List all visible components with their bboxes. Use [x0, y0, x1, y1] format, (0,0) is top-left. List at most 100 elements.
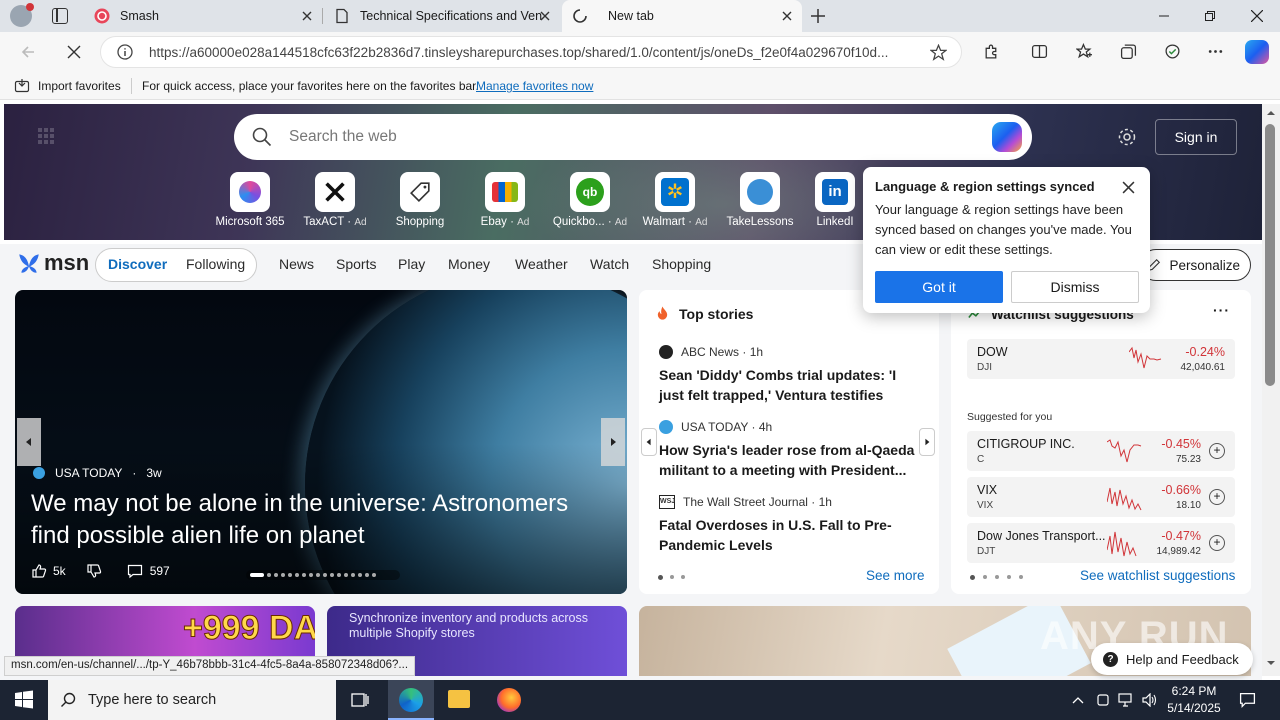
- stock-row-citigroup[interactable]: CITIGROUP INC. C -0.45% 75.23 +: [967, 431, 1235, 471]
- close-tab-icon[interactable]: [300, 9, 314, 23]
- extensions-puzzle-icon[interactable]: [983, 43, 1000, 60]
- copilot-search-icon[interactable]: [992, 122, 1022, 152]
- tab-smash[interactable]: Smash: [84, 0, 322, 32]
- got-it-button[interactable]: Got it: [875, 271, 1003, 303]
- sign-in-button[interactable]: Sign in: [1155, 119, 1237, 155]
- dismiss-button[interactable]: Dismiss: [1011, 271, 1139, 303]
- quicklink-quickbooks[interactable]: qb Quickbo... · Ad: [550, 172, 630, 228]
- favorites-icon[interactable]: [1076, 43, 1093, 60]
- manage-favorites-link[interactable]: Manage favorites now: [476, 79, 593, 93]
- copilot-icon[interactable]: [1245, 40, 1269, 64]
- volume-icon[interactable]: [1142, 693, 1158, 707]
- see-watchlist-link[interactable]: See watchlist suggestions: [1080, 568, 1235, 583]
- quicklink-walmart[interactable]: ✲ Walmart · Ad: [635, 172, 715, 228]
- stock-row-djt[interactable]: Dow Jones Transport... DJT -0.47% 14,989…: [967, 523, 1235, 563]
- file-explorer-icon[interactable]: [448, 690, 470, 708]
- settings-gear-icon[interactable]: [1117, 127, 1137, 147]
- quicklink-linkedin[interactable]: in LinkedI: [805, 172, 865, 228]
- stories-next-button[interactable]: [919, 428, 935, 456]
- new-tab-plus-icon[interactable]: [810, 8, 826, 24]
- hero-next-button[interactable]: [601, 418, 625, 466]
- clock[interactable]: 6:24 PM 5/14/2025: [1166, 683, 1222, 717]
- nav-money[interactable]: Money: [448, 256, 490, 272]
- hero-prev-button[interactable]: [17, 418, 41, 466]
- stories-prev-button[interactable]: [641, 428, 657, 456]
- personalize-button[interactable]: Personalize: [1140, 249, 1251, 281]
- stories-pager-dots[interactable]: [658, 575, 685, 580]
- back-arrow-icon[interactable]: [20, 44, 36, 60]
- taskbar-search-box[interactable]: Type here to search: [48, 680, 336, 720]
- shopify-ad-text: Synchronize inventory and products acros…: [349, 611, 589, 640]
- notification-icon[interactable]: [1239, 691, 1256, 708]
- nav-sports[interactable]: Sports: [336, 256, 376, 272]
- url-text[interactable]: https://a60000e028a144518cfc63f22b2836d7…: [149, 45, 919, 60]
- favorite-star-icon[interactable]: [930, 44, 947, 61]
- browser-essentials-icon[interactable]: [1164, 43, 1181, 60]
- close-icon[interactable]: [1122, 181, 1135, 194]
- profile-avatar[interactable]: [10, 3, 34, 27]
- tab-discover[interactable]: Discover: [108, 256, 167, 272]
- tray-chevron-up-icon[interactable]: [1072, 695, 1084, 707]
- stop-loading-icon[interactable]: [66, 44, 82, 60]
- import-favorites-button[interactable]: Import favorites: [38, 79, 121, 93]
- quicklink-shopping[interactable]: Shopping: [380, 172, 460, 228]
- scroll-down-icon[interactable]: [1266, 658, 1276, 668]
- nav-shopping[interactable]: Shopping: [652, 256, 711, 272]
- tab-actions-icon[interactable]: [52, 8, 68, 24]
- add-to-watchlist-button[interactable]: +: [1209, 443, 1225, 459]
- stock-row-vix[interactable]: VIX VIX -0.66% 18.10 +: [967, 477, 1235, 517]
- see-more-link[interactable]: See more: [866, 568, 925, 583]
- tray-device-icon[interactable]: [1096, 693, 1110, 707]
- nav-play[interactable]: Play: [398, 256, 425, 272]
- thumbs-down-icon[interactable]: [86, 563, 102, 579]
- quicklink-ebay[interactable]: Ebay · Ad: [465, 172, 545, 228]
- quicklink-microsoft365[interactable]: Microsoft 365: [210, 172, 290, 228]
- firefox-icon[interactable]: [497, 688, 521, 712]
- nav-news[interactable]: News: [279, 256, 314, 272]
- quicklink-takelessons[interactable]: TakeLessons: [720, 172, 800, 228]
- close-window-button[interactable]: [1234, 0, 1280, 32]
- web-search-box[interactable]: Search the web: [234, 114, 1032, 160]
- address-bar[interactable]: https://a60000e028a144518cfc63f22b2836d7…: [100, 36, 962, 68]
- thumbs-up-icon[interactable]: [31, 563, 47, 579]
- minimize-button[interactable]: [1141, 0, 1187, 32]
- story-headline[interactable]: Sean 'Diddy' Combs trial updates: 'I jus…: [659, 365, 919, 405]
- msn-logo[interactable]: msn: [16, 250, 89, 276]
- help-feedback-button[interactable]: ? Help and Feedback: [1091, 643, 1253, 675]
- tab-following[interactable]: Following: [186, 256, 245, 272]
- nav-watch[interactable]: Watch: [590, 256, 629, 272]
- usatoday-logo-icon: [33, 467, 45, 479]
- split-screen-icon[interactable]: [1031, 43, 1048, 60]
- close-tab-icon[interactable]: [538, 9, 552, 23]
- watchlist-more-icon[interactable]: ···: [1213, 302, 1230, 318]
- hero-headline[interactable]: We may not be alone in the universe: Ast…: [31, 488, 611, 552]
- comment-icon[interactable]: [126, 563, 144, 579]
- fire-icon: [657, 306, 668, 320]
- tab-technical-specifications[interactable]: Technical Specifications and Ven: [324, 0, 560, 32]
- task-view-icon[interactable]: [350, 690, 370, 710]
- restore-icon: [1205, 11, 1215, 21]
- scroll-thumb[interactable]: [1265, 124, 1275, 386]
- add-to-watchlist-button[interactable]: +: [1209, 489, 1225, 505]
- hero-carousel-dots[interactable]: [246, 570, 400, 580]
- collections-icon[interactable]: [1120, 43, 1137, 60]
- watchlist-pager-dots[interactable]: [970, 575, 1023, 580]
- close-tab-icon[interactable]: [780, 9, 794, 23]
- nav-weather[interactable]: Weather: [515, 256, 568, 272]
- restore-button[interactable]: [1187, 0, 1233, 32]
- stock-row-dow[interactable]: DOW DJI -0.24% 42,040.61: [967, 339, 1235, 379]
- page-scrollbar[interactable]: [1262, 104, 1280, 676]
- site-info-icon[interactable]: [117, 44, 133, 60]
- windows-start-icon[interactable]: [14, 690, 34, 710]
- more-menu-icon[interactable]: [1207, 43, 1224, 60]
- network-icon[interactable]: [1118, 693, 1134, 707]
- apps-grid-icon[interactable]: [38, 128, 54, 144]
- tab-new-tab[interactable]: New tab: [562, 0, 802, 32]
- story-headline[interactable]: How Syria's leader rose from al-Qaeda mi…: [659, 440, 919, 480]
- story-headline[interactable]: Fatal Overdoses in U.S. Fall to Pre-Pand…: [659, 515, 919, 555]
- tab-strip: Smash Technical Specifications and Ven N…: [0, 0, 1280, 32]
- add-to-watchlist-button[interactable]: +: [1209, 535, 1225, 551]
- edge-taskbar-button[interactable]: [388, 680, 434, 720]
- scroll-up-icon[interactable]: [1266, 108, 1276, 118]
- quicklink-taxact[interactable]: TaxACT · Ad: [295, 172, 375, 228]
